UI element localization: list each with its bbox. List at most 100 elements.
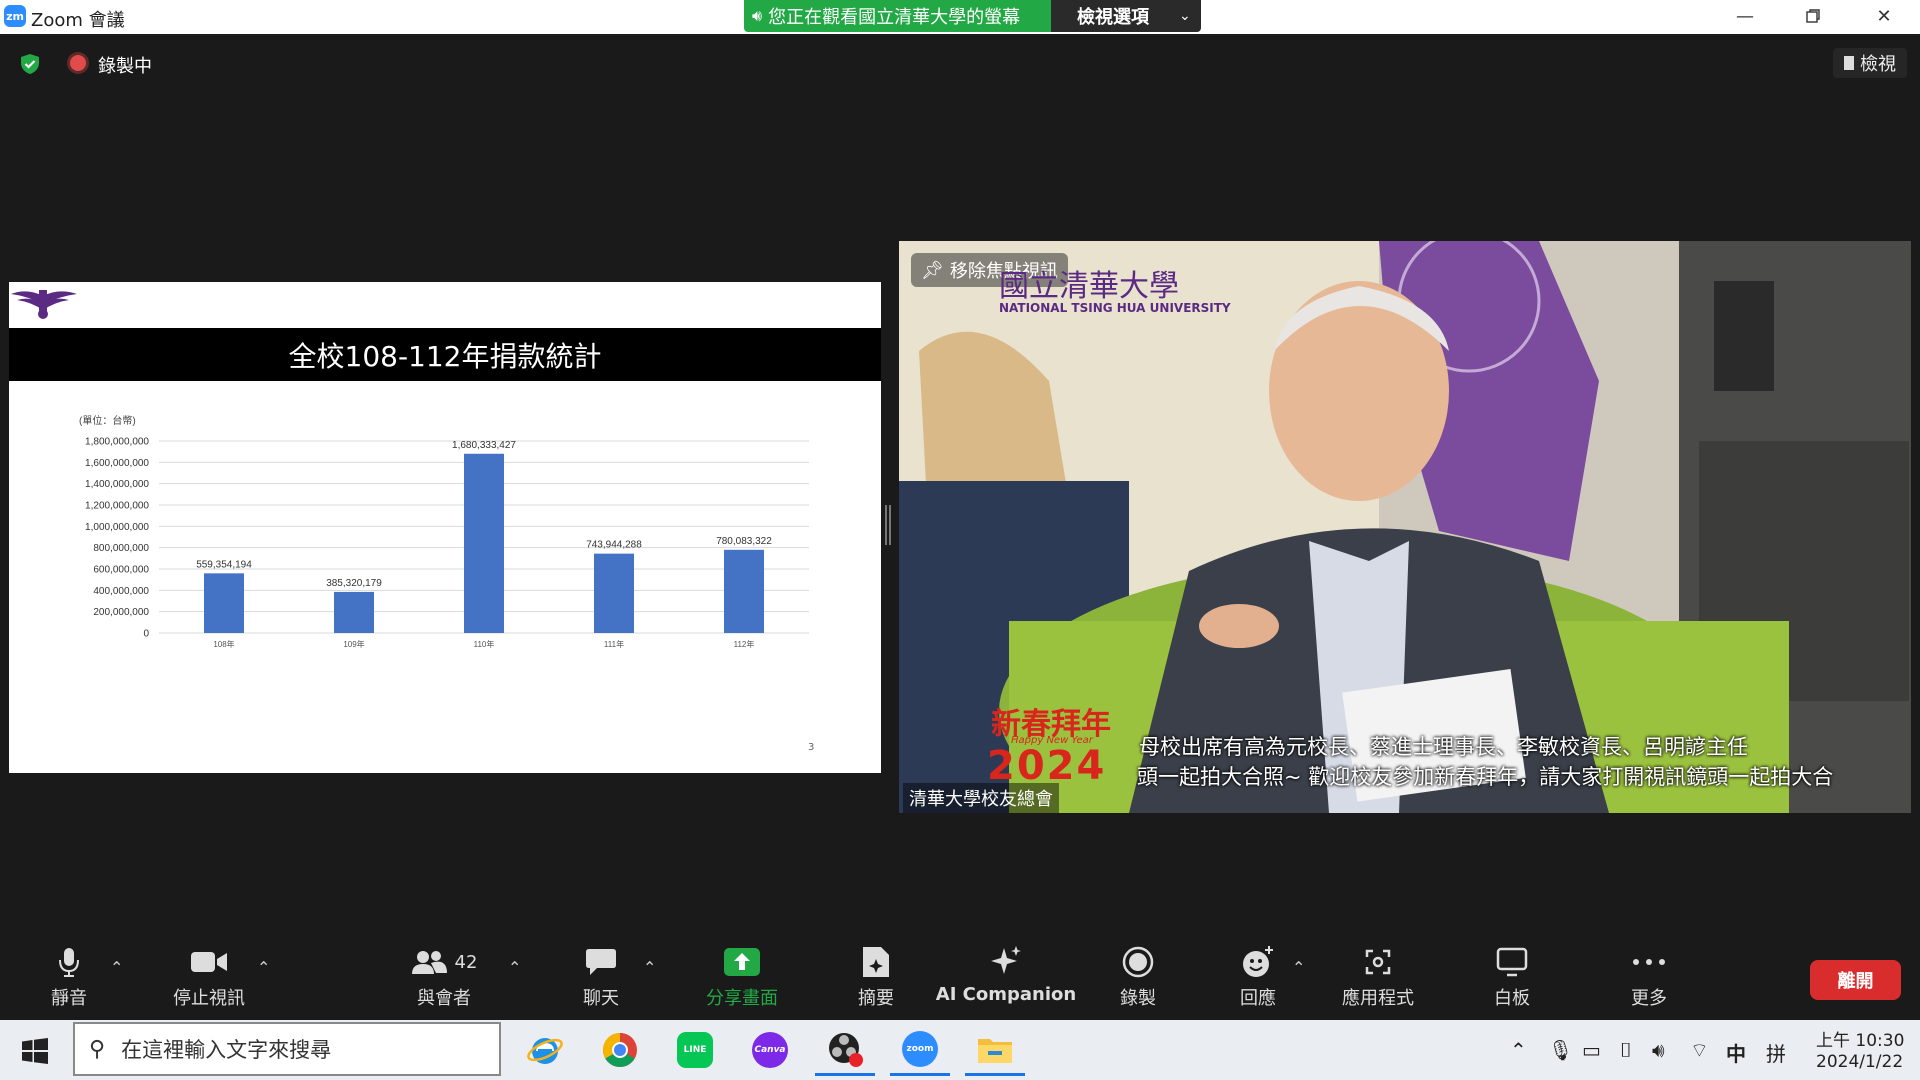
clock-time[interactable]: 上午 10:30	[1816, 1026, 1904, 1051]
window-titlebar: zm Zoom 會議 🔊︎ 您正在觀看國立清華大學的螢幕 檢視選項 ⌄ — ✕	[0, 0, 1920, 34]
y-tick-label: 1,600,000,000	[85, 458, 149, 469]
share-banner-label: 您正在觀看國立清華大學的螢幕	[768, 7, 1021, 28]
university-logo-icon	[11, 290, 77, 319]
display-tray-icon[interactable]: ▭	[1582, 1038, 1601, 1062]
view-layout-icon	[1844, 56, 1854, 70]
chart-unit-label: (單位：台幣)	[79, 414, 136, 427]
share-screen-button[interactable]: 分享畫面	[702, 940, 782, 1020]
wifi-icon[interactable]: ⌔	[1690, 1038, 1709, 1063]
file-explorer-icon	[978, 1038, 1012, 1063]
stop-video-button[interactable]: 停止視訊	[166, 940, 252, 1020]
mute-button[interactable]: 靜音	[40, 940, 98, 1020]
y-tick-label: 0	[143, 629, 149, 640]
chat-button[interactable]: 聊天	[578, 940, 624, 1020]
recording-indicator-icon	[70, 55, 86, 71]
reactions-options-caret-icon[interactable]: ⌃	[1292, 958, 1305, 977]
audio-options-caret-icon[interactable]: ⌃	[110, 958, 123, 977]
video-options-caret-icon[interactable]: ⌃	[257, 958, 270, 977]
reactions-button[interactable]: 回應	[1238, 940, 1278, 1020]
windows-start-icon[interactable]	[22, 1038, 48, 1064]
usb-tray-icon[interactable]: ⌷	[1620, 1038, 1632, 1062]
panel-resize-handle[interactable]	[885, 505, 891, 545]
participants-options-caret-icon[interactable]: ⌃	[508, 958, 521, 977]
video-school-subtitle: NATIONAL TSING HUA UNIVERSITY	[999, 301, 1231, 315]
summary-label: 摘要	[858, 988, 894, 1009]
record-icon	[1122, 940, 1154, 984]
chat-options-caret-icon[interactable]: ⌃	[643, 958, 656, 977]
share-screen-label: 分享畫面	[706, 988, 778, 1009]
chat-icon	[585, 940, 617, 984]
apps-button[interactable]: 應用程式	[1340, 940, 1416, 1020]
ime-mode-indicator[interactable]: 中	[1726, 1038, 1746, 1067]
ai-companion-label: AI Companion	[935, 984, 1077, 1005]
ie-app[interactable]	[515, 1024, 575, 1076]
zoom-app[interactable]: zoom	[890, 1024, 950, 1076]
chat-label: 聊天	[583, 988, 619, 1009]
ticker-line-1: 母校出席有高為元校長、蔡進士理事長、李敏校資長、呂明諺主任	[1139, 735, 1748, 759]
close-button[interactable]: ✕	[1856, 0, 1912, 32]
whiteboard-label: 白板	[1494, 988, 1530, 1009]
y-tick-label: 1,000,000,000	[85, 522, 149, 533]
summary-button[interactable]: 摘要	[856, 940, 896, 1020]
minimize-icon: —	[1736, 5, 1754, 27]
leave-button[interactable]: 離開	[1810, 960, 1901, 1000]
participants-label: 與會者	[417, 988, 471, 1009]
search-icon: ⚲	[89, 1036, 106, 1062]
view-button-label: 檢視	[1860, 54, 1896, 75]
participants-icon	[411, 951, 447, 974]
clock-date[interactable]: 2024/1/22	[1816, 1052, 1903, 1072]
bar	[594, 553, 634, 633]
more-label: 更多	[1631, 988, 1667, 1009]
taskbar-search-box[interactable]: ⚲ 在這裡輸入文字來搜尋	[73, 1022, 501, 1076]
zoom-icon: zoom	[902, 1030, 938, 1067]
apps-label: 應用程式	[1342, 988, 1414, 1009]
y-tick-label: 400,000,000	[93, 586, 149, 597]
show-hidden-icons-chevron-icon[interactable]: ⌃	[1510, 1038, 1527, 1062]
speaker-icon: 🔊︎	[752, 6, 763, 25]
search-placeholder: 在這裡輸入文字來搜尋	[121, 1038, 332, 1062]
bar-value-label: 1,680,333,427	[452, 440, 516, 451]
x-tick-label: 111年	[604, 639, 624, 649]
obs-app[interactable]	[815, 1024, 875, 1076]
mute-label: 靜音	[51, 988, 87, 1009]
chevron-down-icon: ⌄	[1179, 8, 1191, 24]
obs-icon	[829, 1032, 863, 1067]
bar	[724, 549, 764, 633]
ai-companion-button[interactable]: AI Companion	[936, 940, 1076, 1020]
smiley-icon	[1241, 940, 1275, 984]
canva-app[interactable]: Canva	[740, 1024, 800, 1076]
speaker-video-tile: 📌︎ 移除焦點視訊 國立清華大學 NATIONAL TSING HUA UNIV…	[899, 241, 1911, 813]
line-app[interactable]: LINE	[665, 1024, 725, 1076]
ime-layout-indicator[interactable]: 拼	[1766, 1038, 1786, 1067]
chrome-app[interactable]	[590, 1024, 650, 1076]
apps-icon	[1363, 940, 1393, 984]
volume-icon[interactable]: 🔊︎	[1652, 1038, 1665, 1062]
record-button[interactable]: 錄製	[1118, 940, 1158, 1020]
microphone-tray-icon[interactable]: 🎙︎	[1548, 1038, 1573, 1062]
minimize-button[interactable]: —	[1717, 0, 1773, 32]
whiteboard-button[interactable]: 白板	[1492, 940, 1532, 1020]
y-tick-label: 1,800,000,000	[85, 437, 149, 448]
slide-page-number: 3	[808, 742, 815, 753]
zoom-logo-icon: zm	[4, 5, 26, 27]
x-tick-label: 112年	[734, 639, 755, 649]
video-camera-icon	[190, 940, 228, 984]
participants-count: 42	[454, 951, 478, 973]
view-options-button[interactable]: 檢視選項 ⌄	[1051, 0, 1201, 32]
view-button[interactable]: 檢視	[1833, 48, 1907, 78]
participant-name-label: 清華大學校友總會	[903, 783, 1059, 813]
participants-button[interactable]: 42 與會者	[404, 940, 484, 1020]
bar	[334, 591, 374, 633]
restore-button[interactable]	[1785, 0, 1841, 32]
file-explorer-app[interactable]	[965, 1024, 1025, 1076]
share-banner[interactable]: 🔊︎ 您正在觀看國立清華大學的螢幕	[744, 0, 1051, 32]
x-tick-label: 108年	[213, 639, 234, 649]
recording-label[interactable]: 錄製中	[98, 52, 152, 78]
bar-value-label: 559,354,194	[196, 559, 252, 570]
security-shield-icon[interactable]	[18, 52, 42, 76]
more-button[interactable]: 更多	[1628, 940, 1670, 1020]
video-school-title: 國立清華大學	[999, 269, 1179, 304]
x-tick-label: 110年	[474, 639, 495, 649]
chrome-icon	[603, 1033, 637, 1067]
view-options-label: 檢視選項	[1077, 7, 1149, 28]
